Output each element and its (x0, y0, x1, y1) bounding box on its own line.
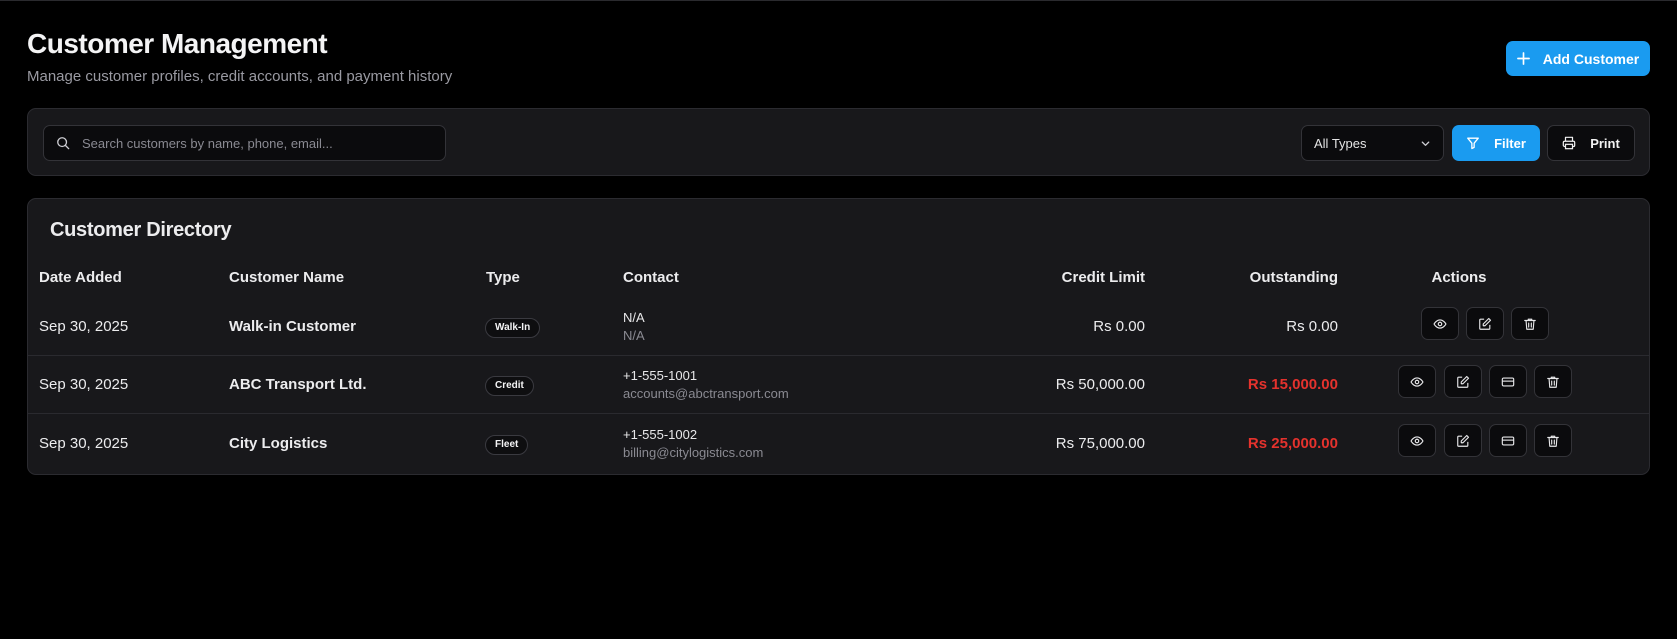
delete-button[interactable] (1534, 424, 1572, 457)
search-icon (57, 137, 70, 150)
filter-label: Filter (1494, 135, 1526, 151)
contact-email: accounts@abctransport.com (623, 386, 789, 401)
search-input[interactable] (82, 135, 442, 151)
card-title: Customer Directory (50, 219, 232, 241)
edit-icon (1479, 317, 1492, 330)
date-cell: Sep 30, 2025 (39, 376, 129, 393)
type-badge: Walk-In (485, 318, 541, 338)
add-customer-label: Add Customer (1542, 50, 1640, 67)
chevron-down-icon (1421, 140, 1430, 146)
page-subtitle: Manage customer profiles, credit account… (27, 68, 453, 85)
table-row[interactable]: Sep 30, 2025 City Logistics Fleet +1-555… (28, 415, 1649, 473)
contact-phone: +1-555-1002 (623, 427, 698, 442)
page-header: Customer Management Manage customer prof… (27, 0, 1650, 108)
customer-name-cell[interactable]: ABC Transport Ltd. (229, 376, 367, 393)
customer-directory-card: Customer Directory Date Added Customer N… (27, 198, 1650, 475)
print-label: Print (1590, 135, 1620, 151)
filter-icon (1467, 137, 1479, 150)
column-header-name[interactable]: Customer Name (229, 269, 344, 286)
print-button[interactable]: Print (1547, 125, 1635, 161)
type-select[interactable]: All Types (1301, 125, 1444, 161)
customer-name-cell[interactable]: City Logistics (229, 435, 327, 452)
edit-button[interactable] (1466, 307, 1504, 340)
credit-card-icon (1501, 435, 1515, 446)
contact-email: billing@citylogistics.com (623, 445, 764, 460)
column-header-date[interactable]: Date Added (39, 269, 122, 286)
eye-icon (1410, 376, 1424, 387)
column-header-actions: Actions (1431, 269, 1487, 286)
date-cell: Sep 30, 2025 (39, 318, 129, 335)
type-select-value: All Types (1314, 135, 1367, 151)
search-toolbar: All Types Filter Print (27, 108, 1650, 176)
view-button[interactable] (1421, 307, 1459, 340)
column-header-contact[interactable]: Contact (623, 269, 679, 286)
printer-icon (1562, 136, 1576, 150)
search-box[interactable] (43, 125, 446, 161)
eye-icon (1433, 318, 1447, 329)
edit-icon (1457, 434, 1470, 447)
credit-limit-cell: Rs 75,000.00 (1055, 435, 1145, 452)
outstanding-cell: Rs 0.00 (1286, 318, 1338, 335)
delete-button[interactable] (1534, 365, 1572, 398)
contact-email: N/A (623, 328, 645, 343)
contact-phone: N/A (623, 310, 645, 325)
table-row[interactable]: Sep 30, 2025 Walk-in Customer Walk-In N/… (28, 298, 1649, 356)
credit-limit-cell: Rs 0.00 (1093, 318, 1145, 335)
eye-icon (1410, 435, 1424, 446)
table-row[interactable]: Sep 30, 2025 ABC Transport Ltd. Credit +… (28, 356, 1649, 414)
add-customer-button[interactable]: Add Customer (1506, 41, 1650, 76)
edit-button[interactable] (1444, 424, 1482, 457)
column-header-credit-limit[interactable]: Credit Limit (928, 269, 1145, 286)
edit-icon (1457, 375, 1470, 388)
credit-limit-cell: Rs 50,000.00 (1055, 376, 1145, 393)
page-title: Customer Management (27, 28, 328, 59)
type-badge: Credit (485, 376, 534, 396)
edit-button[interactable] (1444, 365, 1482, 398)
type-badge: Fleet (485, 435, 529, 455)
filter-button[interactable]: Filter (1452, 125, 1540, 161)
credit-account-button[interactable] (1489, 365, 1527, 398)
date-cell: Sep 30, 2025 (39, 435, 129, 452)
customer-name-cell[interactable]: Walk-in Customer (229, 318, 356, 335)
trash-icon (1547, 435, 1559, 447)
trash-icon (1547, 376, 1559, 388)
contact-phone: +1-555-1001 (623, 368, 698, 383)
column-header-outstanding[interactable]: Outstanding (1128, 269, 1338, 286)
credit-account-button[interactable] (1489, 424, 1527, 457)
credit-card-icon (1501, 376, 1515, 387)
outstanding-cell: Rs 15,000.00 (1247, 376, 1338, 393)
view-button[interactable] (1398, 365, 1436, 398)
column-header-type[interactable]: Type (486, 269, 520, 286)
plus-icon (1516, 52, 1530, 65)
outstanding-cell: Rs 25,000.00 (1247, 435, 1338, 452)
delete-button[interactable] (1511, 307, 1549, 340)
view-button[interactable] (1398, 424, 1436, 457)
page: Customer Management Manage customer prof… (27, 0, 1650, 475)
trash-icon (1524, 318, 1536, 330)
